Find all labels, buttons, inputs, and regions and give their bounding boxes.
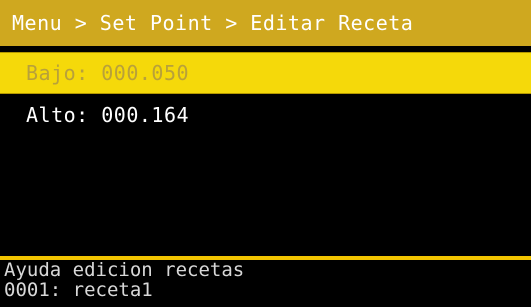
list-item-bajo[interactable]: Bajo: 000.050 xyxy=(0,52,531,94)
help-text: Ayuda edicion recetas xyxy=(4,260,245,281)
setpoint-list: Bajo: 000.050 Alto: 000.164 xyxy=(0,52,531,257)
recipe-label: 0001: receta1 xyxy=(4,279,153,301)
list-item-alto[interactable]: Alto: 000.164 xyxy=(0,94,531,136)
hmi-screen: Menu > Set Point > Editar Receta Bajo: 0… xyxy=(0,0,531,307)
breadcrumb: Menu > Set Point > Editar Receta xyxy=(12,11,414,35)
list-item-label: Bajo: 000.050 xyxy=(26,61,190,85)
list-item-label: Alto: 000.164 xyxy=(26,103,190,127)
help-footer: Ayuda edicion recetas 0001: receta1 xyxy=(0,260,531,307)
header-bar: Menu > Set Point > Editar Receta xyxy=(0,0,531,46)
